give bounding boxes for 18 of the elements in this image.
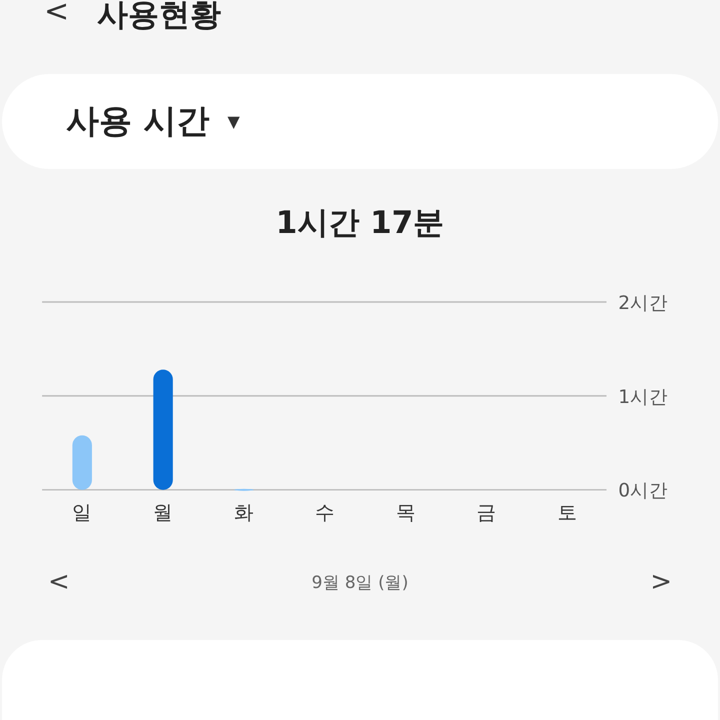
- total-usage-time: 1시간 17분: [274, 204, 446, 244]
- back-button[interactable]: <: [44, 0, 70, 29]
- day-label: 월: [153, 501, 174, 524]
- axis-label: 1시간: [618, 386, 668, 408]
- axis-label: 0시간: [618, 480, 668, 502]
- usage-bar[interactable]: [153, 370, 173, 490]
- next-button[interactable]: >: [650, 567, 672, 598]
- day-label: 수: [314, 501, 335, 524]
- day-label: 화: [234, 501, 254, 524]
- day-label: 토: [558, 501, 578, 524]
- previous-button[interactable]: <: [48, 567, 70, 598]
- day-label: 금: [476, 501, 497, 524]
- axis-label: 2시간: [618, 293, 668, 314]
- page-title: 사용현황: [97, 0, 222, 35]
- usage-type-dropdown[interactable]: 사용 시간 ▼: [2, 74, 718, 170]
- day-label: 일: [72, 501, 92, 524]
- date-label: 9월 8일 (월): [312, 572, 408, 594]
- day-label: 목: [396, 501, 416, 524]
